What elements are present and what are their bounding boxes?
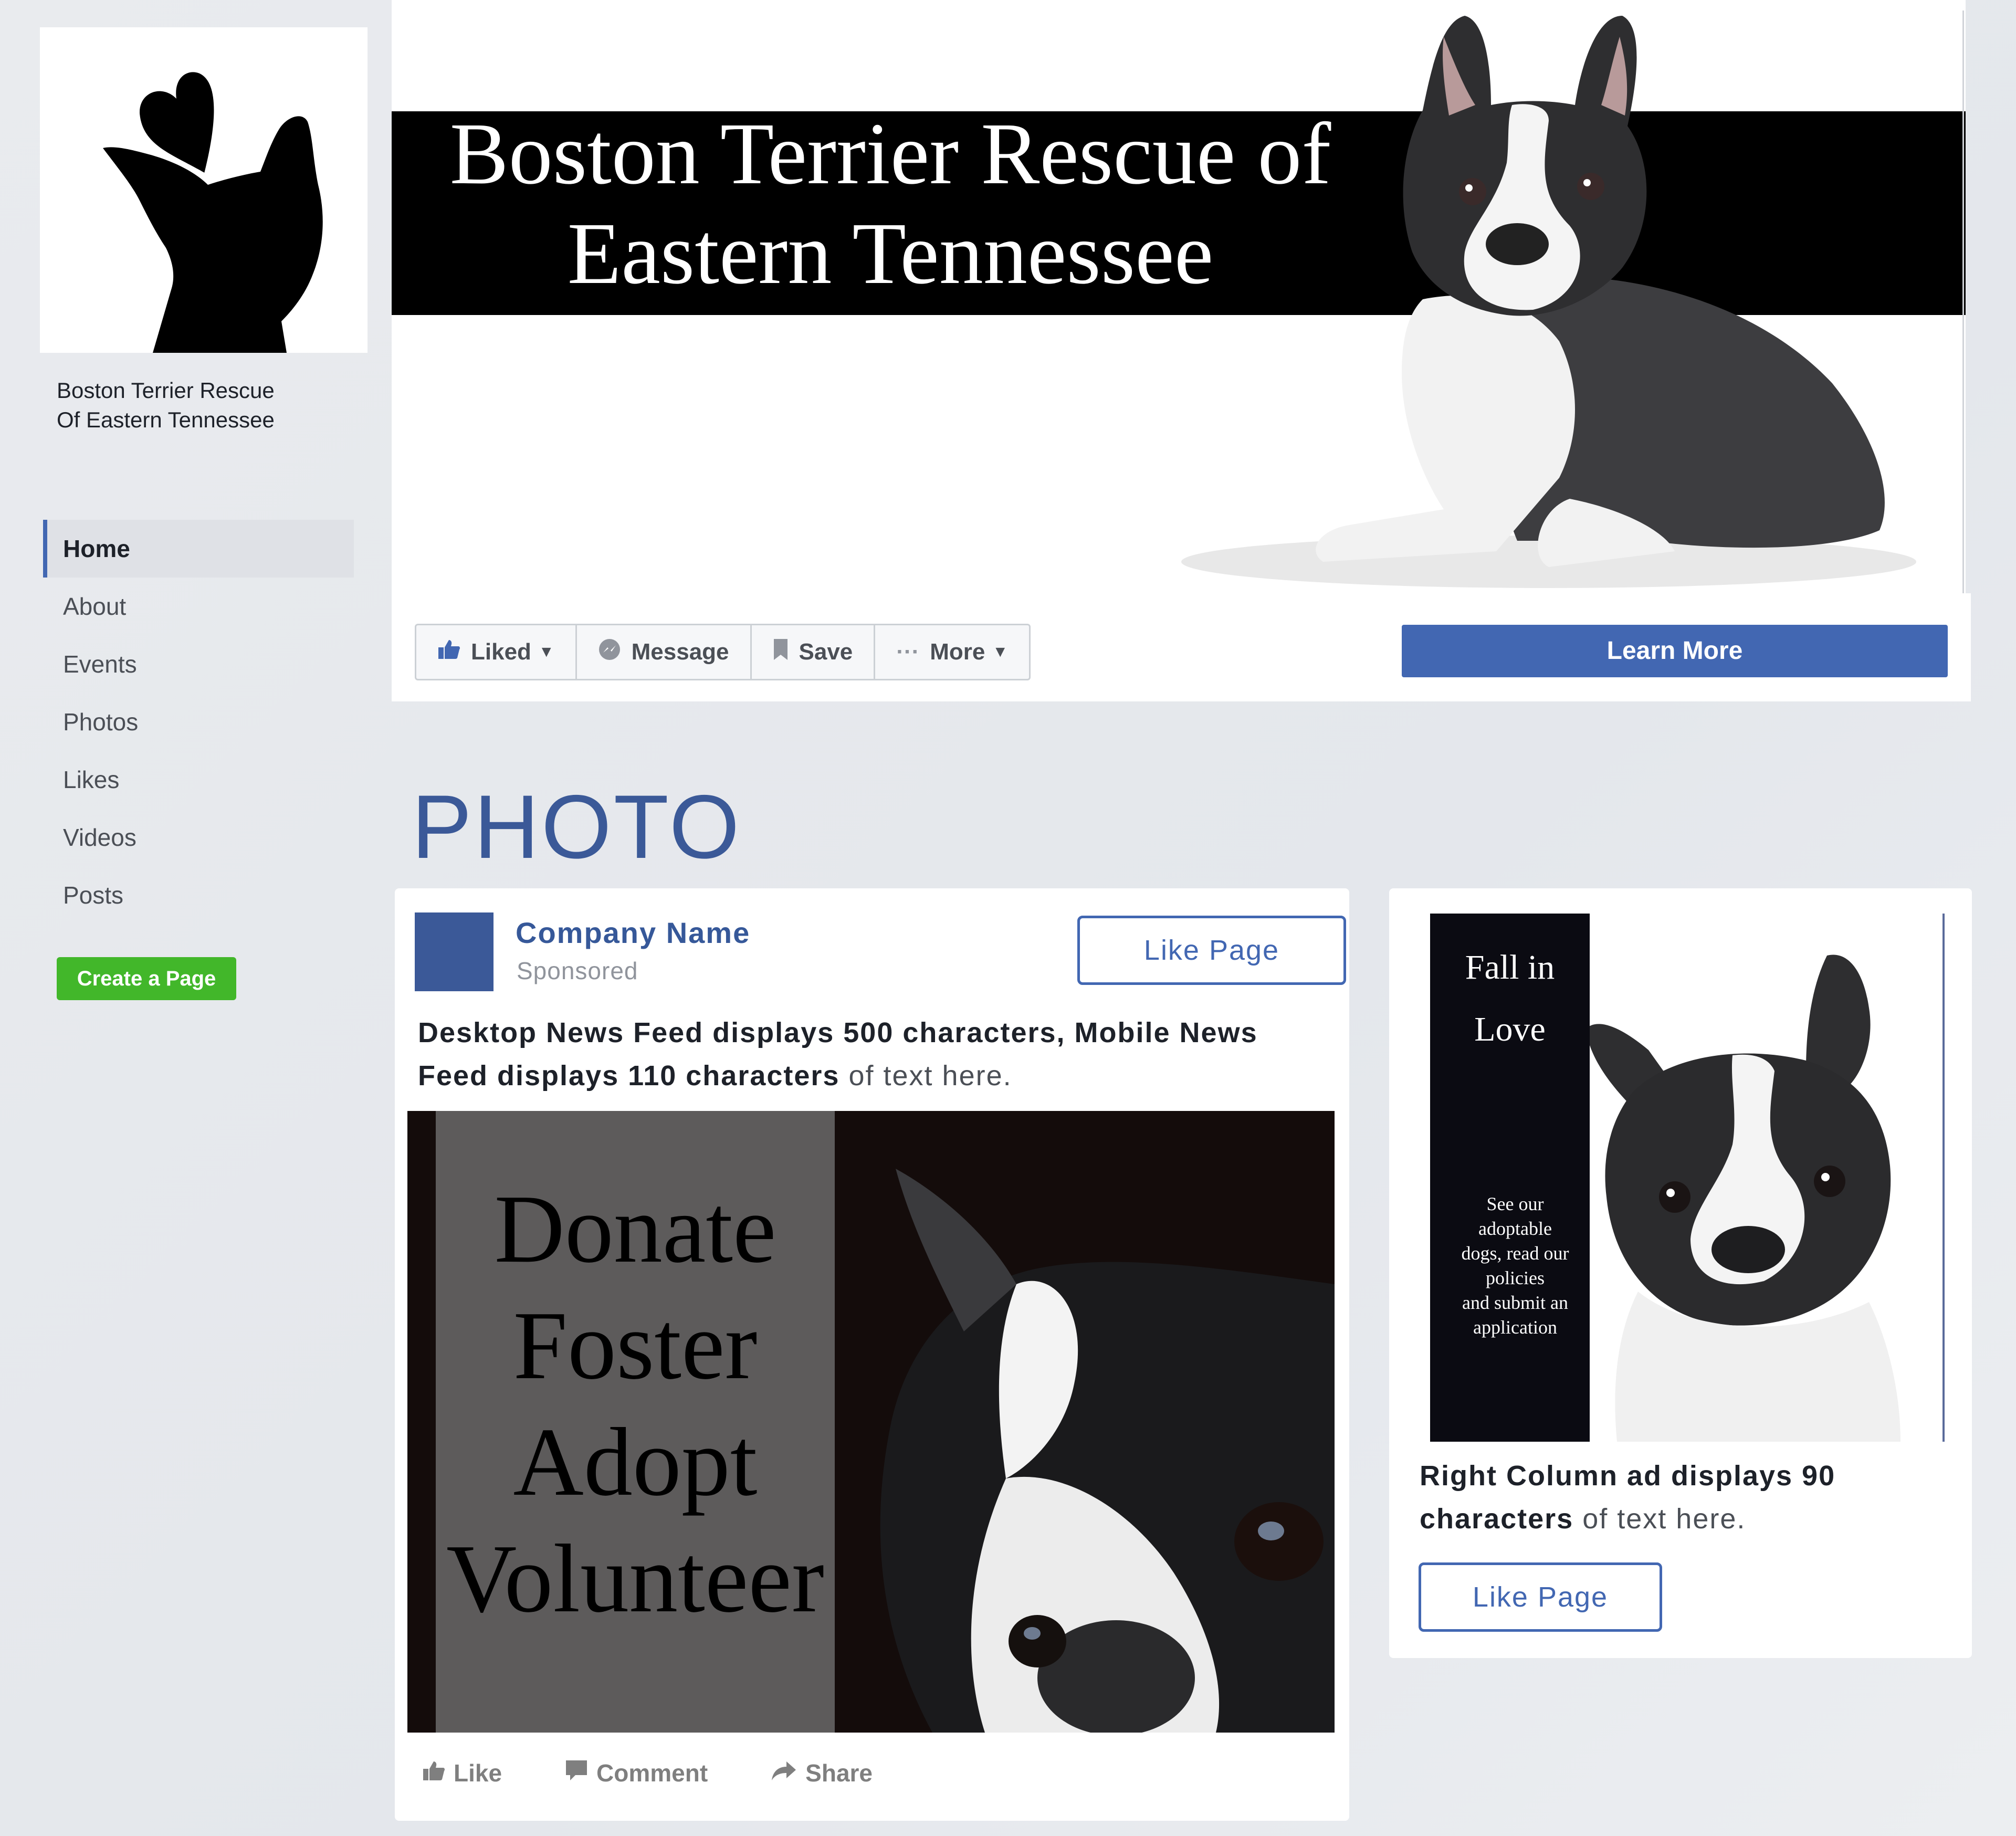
bookmark-icon: [773, 638, 789, 667]
company-name-link[interactable]: Company Name: [516, 916, 750, 950]
share-label: Share: [805, 1759, 873, 1787]
liked-label: Liked: [471, 639, 531, 665]
right-ad-title-line-2: Love: [1474, 1010, 1546, 1048]
sidebar-item-posts[interactable]: Posts: [43, 866, 354, 924]
feed-ad-text-bold: Desktop News Feed displays 500 character…: [418, 1017, 1258, 1092]
foster-text: Foster: [513, 1292, 758, 1400]
sidebar-item-videos[interactable]: Videos: [43, 809, 354, 866]
volunteer-text: Volunteer: [446, 1525, 824, 1633]
comment-button[interactable]: Comment: [565, 1759, 708, 1787]
feed-like-page-button[interactable]: Like Page: [1077, 916, 1346, 985]
message-icon: [598, 638, 621, 667]
like-label: Like: [454, 1759, 502, 1787]
sidebar-item-photos[interactable]: Photos: [43, 693, 354, 751]
donate-text: Donate: [494, 1175, 776, 1283]
right-ad-small-text: See our adoptable dogs, read our policie…: [1461, 1193, 1569, 1338]
right-ad-image-edge: [1942, 914, 1945, 1442]
sidebar-item-likes[interactable]: Likes: [43, 751, 354, 809]
thumbs-up-icon: [437, 639, 460, 666]
right-ad-title-line-1: Fall in: [1465, 948, 1555, 987]
sidebar-item-about[interactable]: About: [43, 578, 354, 635]
cover-dog-photo: [1181, 16, 1916, 588]
comment-icon: [565, 1759, 588, 1787]
right-like-page-button[interactable]: Like Page: [1419, 1562, 1662, 1632]
like-button[interactable]: Like: [422, 1759, 502, 1787]
right-ad-text-rest: of text here.: [1573, 1503, 1746, 1535]
cover-edge: [1962, 11, 1964, 593]
create-page-button[interactable]: Create a Page: [57, 957, 236, 1000]
learn-more-button[interactable]: Learn More: [1402, 625, 1948, 677]
right-ad-title: Fall in Love: [1430, 937, 1590, 1061]
message-label: Message: [631, 639, 729, 665]
profile-picture[interactable]: [40, 27, 368, 353]
sidebar-item-events[interactable]: Events: [43, 635, 354, 693]
more-label: More: [930, 639, 985, 665]
page-name[interactable]: Boston Terrier Rescue Of Eastern Tenness…: [57, 376, 351, 435]
message-button[interactable]: Message: [577, 625, 752, 679]
more-button[interactable]: ··· More ▼: [875, 625, 1029, 679]
feed-ad-text: Desktop News Feed displays 500 character…: [418, 1011, 1331, 1097]
comment-label: Comment: [596, 1759, 708, 1787]
feed-image-text: Donate Foster Adopt Volunteer: [436, 1171, 835, 1637]
right-ad-text: Right Column ad displays 90 characters o…: [1420, 1454, 1945, 1540]
dog-heart-logo-icon: [103, 72, 323, 353]
sidebar-nav: Home About Events Photos Likes Videos Po…: [43, 520, 354, 924]
caret-down-icon: ▼: [538, 643, 554, 660]
sidebar-item-home[interactable]: Home: [43, 520, 354, 578]
sponsored-label: Sponsored: [517, 957, 638, 984]
section-heading: PHOTO: [412, 777, 742, 877]
caret-down-icon: ▼: [992, 643, 1009, 660]
adopt-text: Adopt: [513, 1408, 758, 1516]
page-action-bar: Liked ▼ Message Save ··· More ▼: [415, 624, 1031, 680]
share-arrow-icon: [771, 1759, 797, 1787]
feed-ad-text-rest: of text here.: [839, 1060, 1012, 1092]
company-avatar[interactable]: [415, 912, 494, 991]
ellipsis-icon: ···: [896, 639, 920, 665]
feed-action-bar: Like Comment Share: [422, 1759, 873, 1787]
share-button[interactable]: Share: [771, 1759, 873, 1787]
save-label: Save: [799, 639, 853, 665]
thumbs-up-icon: [422, 1759, 445, 1787]
save-button[interactable]: Save: [752, 625, 876, 679]
liked-button[interactable]: Liked ▼: [416, 625, 577, 679]
